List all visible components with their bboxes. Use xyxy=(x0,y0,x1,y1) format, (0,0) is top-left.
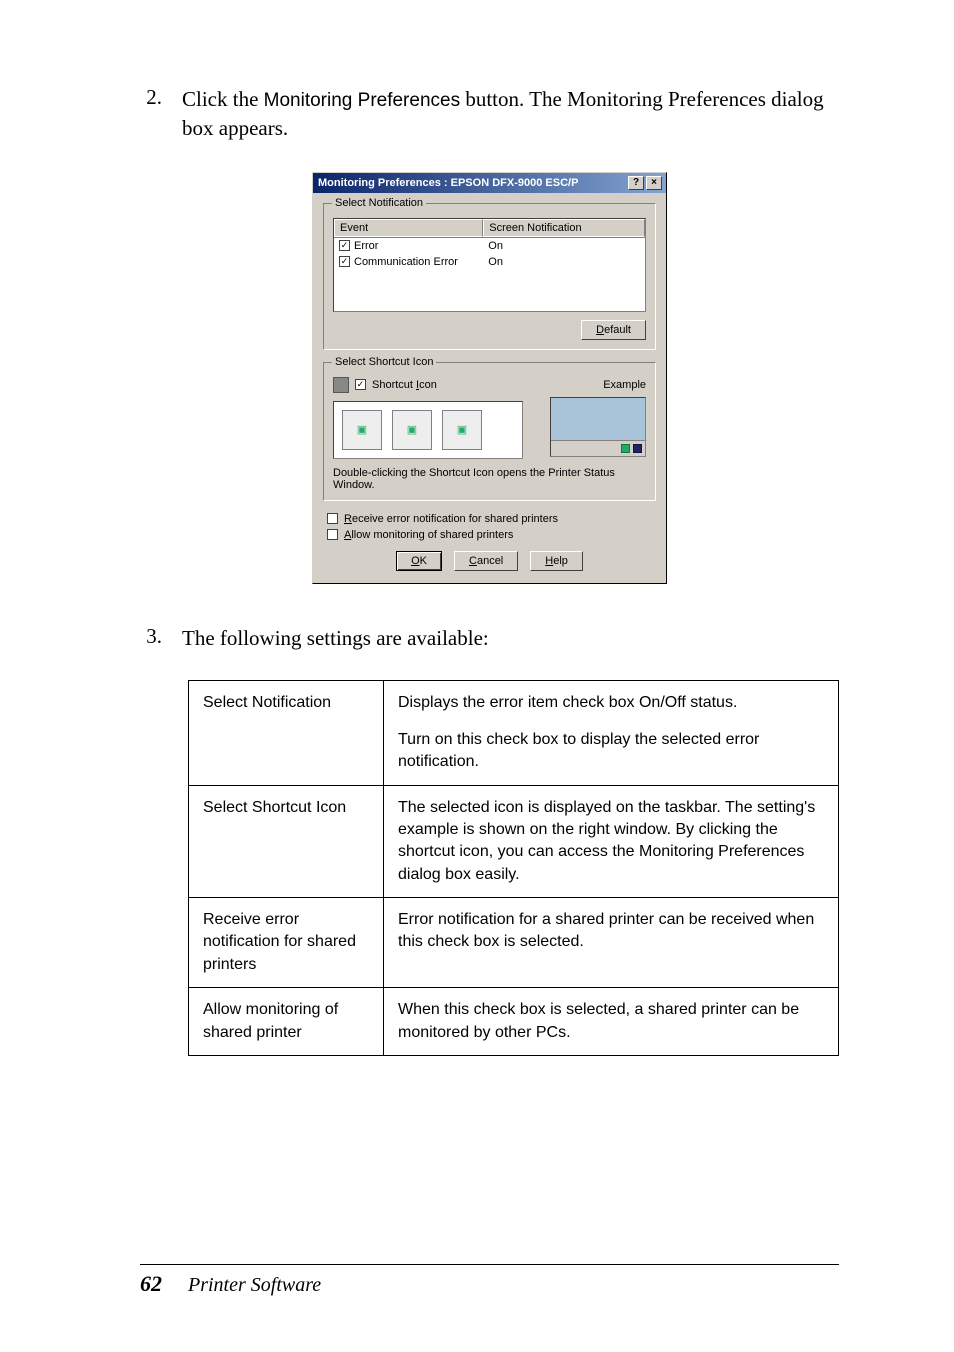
dialog-body: Select Notification Event Screen Notific… xyxy=(313,193,666,583)
event-name: Communication Error xyxy=(354,256,458,268)
ca-u: C xyxy=(469,555,477,567)
ca-rest: ancel xyxy=(477,555,503,567)
table-row: Allow monitoring of shared printer When … xyxy=(189,988,839,1056)
list-item[interactable]: ✓ Communication Error On xyxy=(334,254,645,270)
default-button[interactable]: Default xyxy=(581,320,646,340)
default-u: D xyxy=(596,324,604,336)
shortcut-icon-label: Shortcut Icon xyxy=(372,379,437,391)
checkbox-icon[interactable]: ✓ xyxy=(339,240,350,251)
he-rest: elp xyxy=(553,555,568,567)
example-preview xyxy=(550,397,646,457)
re-u: R xyxy=(344,513,352,525)
select-notification-group: Select Notification Event Screen Notific… xyxy=(323,203,656,350)
settings-table: Select Notification Displays the error i… xyxy=(188,680,839,1056)
example-label: Example xyxy=(603,379,646,391)
shortcut-icon-option-1[interactable]: ▣ xyxy=(342,410,382,450)
allow-monitoring-row: Allow monitoring of shared printers xyxy=(327,529,656,541)
page-number: 62 xyxy=(140,1271,162,1297)
select-notification-legend: Select Notification xyxy=(332,197,426,209)
shortcut-icon-checkbox[interactable]: ✓ xyxy=(355,379,366,390)
dialog-screenshot: Monitoring Preferences : EPSON DFX-9000 … xyxy=(312,172,667,584)
receive-error-row: Receive error notification for shared pr… xyxy=(327,513,656,525)
ok-rest: K xyxy=(420,555,427,567)
receive-error-checkbox[interactable] xyxy=(327,513,338,524)
sc-pre: Shortcut xyxy=(372,379,416,391)
printer-icon xyxy=(333,377,349,393)
shortcut-icon-option-3[interactable]: ▣ xyxy=(442,410,482,450)
step-text: Click the Monitoring Preferences button.… xyxy=(182,85,839,142)
cancel-button[interactable]: Cancel xyxy=(454,551,518,571)
setting-desc: When this check box is selected, a share… xyxy=(384,988,839,1056)
dialog-title: Monitoring Preferences : EPSON DFX-9000 … xyxy=(318,177,578,189)
table-row: Receive error notification for shared pr… xyxy=(189,898,839,988)
table-row: Select Notification Displays the error i… xyxy=(189,681,839,785)
he-u: H xyxy=(545,555,553,567)
allow-monitoring-checkbox[interactable] xyxy=(327,529,338,540)
sc-post: con xyxy=(419,379,437,391)
receive-error-label: Receive error notification for shared pr… xyxy=(344,513,558,525)
col-event[interactable]: Event xyxy=(334,219,483,237)
default-rest: efault xyxy=(604,324,631,336)
checkbox-icon[interactable]: ✓ xyxy=(339,256,350,267)
step-text: The following settings are available: xyxy=(182,624,489,652)
step-2: 2. Click the Monitoring Preferences butt… xyxy=(140,85,839,142)
help-button[interactable]: Help xyxy=(530,551,583,571)
desc-p1: Displays the error item check box On/Off… xyxy=(398,692,824,714)
dialog-titlebar: Monitoring Preferences : EPSON DFX-9000 … xyxy=(313,173,666,193)
event-status: On xyxy=(483,239,645,253)
monitoring-preferences-dialog: Monitoring Preferences : EPSON DFX-9000 … xyxy=(312,172,667,584)
step-number: 3. xyxy=(140,624,162,649)
select-shortcut-legend: Select Shortcut Icon xyxy=(332,356,436,368)
tray-icon xyxy=(633,444,642,453)
titlebar-help-button[interactable]: ? xyxy=(628,176,644,190)
setting-label: Select Notification xyxy=(189,681,384,785)
table-row: Select Shortcut Icon The selected icon i… xyxy=(189,785,839,898)
col-notification[interactable]: Screen Notification xyxy=(483,219,645,237)
titlebar-buttons: ? × xyxy=(628,176,662,190)
desc-p2: Turn on this check box to display the se… xyxy=(398,729,824,774)
ok-u: O xyxy=(411,555,420,567)
page-footer: 62 Printer Software xyxy=(140,1264,839,1297)
setting-label: Receive error notification for shared pr… xyxy=(189,898,384,988)
shortcut-hint: Double-clicking the Shortcut Icon opens … xyxy=(333,467,646,491)
shortcut-icon-options: ▣ ▣ ▣ xyxy=(333,401,523,459)
listview-header: Event Screen Notification xyxy=(334,219,645,238)
event-name: Error xyxy=(354,240,378,252)
notification-listview[interactable]: Event Screen Notification ✓ Error On ✓ Com… xyxy=(333,218,646,312)
titlebar-close-button[interactable]: × xyxy=(646,176,662,190)
dialog-buttons: OK Cancel Help xyxy=(323,551,656,571)
re-rest: eceive error notification for shared pri… xyxy=(352,513,558,525)
setting-desc: Displays the error item check box On/Off… xyxy=(384,681,839,785)
tray-icon xyxy=(621,444,630,453)
select-shortcut-icon-group: Select Shortcut Icon ✓ Shortcut Icon Exa… xyxy=(323,362,656,501)
al-rest: llow monitoring of shared printers xyxy=(351,529,513,541)
allow-monitoring-label: Allow monitoring of shared printers xyxy=(344,529,513,541)
step2-pre: Click the xyxy=(182,87,264,111)
shortcut-icon-option-2[interactable]: ▣ xyxy=(392,410,432,450)
step-number: 2. xyxy=(140,85,162,110)
setting-label: Select Shortcut Icon xyxy=(189,785,384,898)
setting-label: Allow monitoring of shared printer xyxy=(189,988,384,1056)
step-3: 3. The following settings are available: xyxy=(140,624,839,652)
setting-desc: The selected icon is displayed on the ta… xyxy=(384,785,839,898)
step2-button-name: Monitoring Preferences xyxy=(264,90,460,111)
list-item[interactable]: ✓ Error On xyxy=(334,238,645,254)
example-tray xyxy=(551,440,645,456)
ok-button[interactable]: OK xyxy=(396,551,442,571)
footer-title: Printer Software xyxy=(188,1274,321,1297)
event-status: On xyxy=(483,255,645,269)
setting-desc: Error notification for a shared printer … xyxy=(384,898,839,988)
